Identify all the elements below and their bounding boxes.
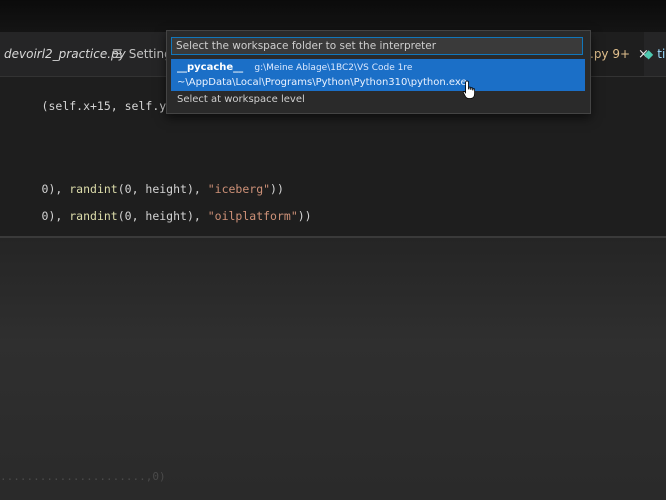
code-line: 0), randint(0, height), "oilplatform")) (0, 195, 312, 237)
quick-pick-item-label: __pycache__ (177, 62, 244, 73)
monitor-bezel (0, 0, 666, 32)
code-function: randint (69, 209, 118, 223)
tab-active-python-file[interactable]: .py 9+ × (586, 32, 649, 76)
quick-pick-dialog: __pycache__ g:\Meine Ablage\1BC2\VS Code… (166, 30, 591, 114)
quick-pick-item-header: __pycache__ g:\Meine Ablage\1BC2\VS Code… (177, 62, 412, 73)
quick-pick-input[interactable] (171, 37, 583, 55)
code-text: (0, height), (117, 209, 208, 223)
tab-label: ti (657, 47, 666, 61)
faint-code-line: ......................,0) (0, 470, 166, 483)
quick-pick-item-detail: ~\AppData\Local\Programs\Python\Python31… (177, 77, 467, 88)
tab-label: devoirl2_practice.py (4, 47, 126, 61)
hand-pointer-icon (462, 80, 475, 99)
code-text: 0), (41, 209, 70, 223)
python-file-icon: ◆ (644, 47, 654, 61)
bottom-panel (0, 238, 666, 500)
code-string: "iceberg" (207, 182, 271, 196)
tab-label: .py 9+ (590, 47, 631, 61)
code-function: randint (69, 182, 118, 196)
code-text: )) (297, 209, 312, 223)
vscode-window: devoirl2_practice.py ☰ Settings .py 9+ ×… (0, 0, 666, 500)
quick-pick-item-workspace-level[interactable]: Select at workspace level (177, 94, 305, 105)
quick-pick-item-description: g:\Meine Ablage\1BC2\VS Code 1re (254, 63, 413, 73)
code-string: "oilplatform" (207, 209, 298, 223)
code-text: 0), (41, 182, 70, 196)
tab-next[interactable]: ◆ ti (644, 32, 665, 76)
settings-icon: ☰ (112, 47, 123, 61)
tab-devoirl2-practice[interactable]: devoirl2_practice.py (4, 32, 126, 76)
code-text: (0, height), (117, 182, 208, 196)
code-text: )) (270, 182, 284, 196)
quick-pick-item-pycache[interactable]: __pycache__ g:\Meine Ablage\1BC2\VS Code… (171, 59, 585, 91)
